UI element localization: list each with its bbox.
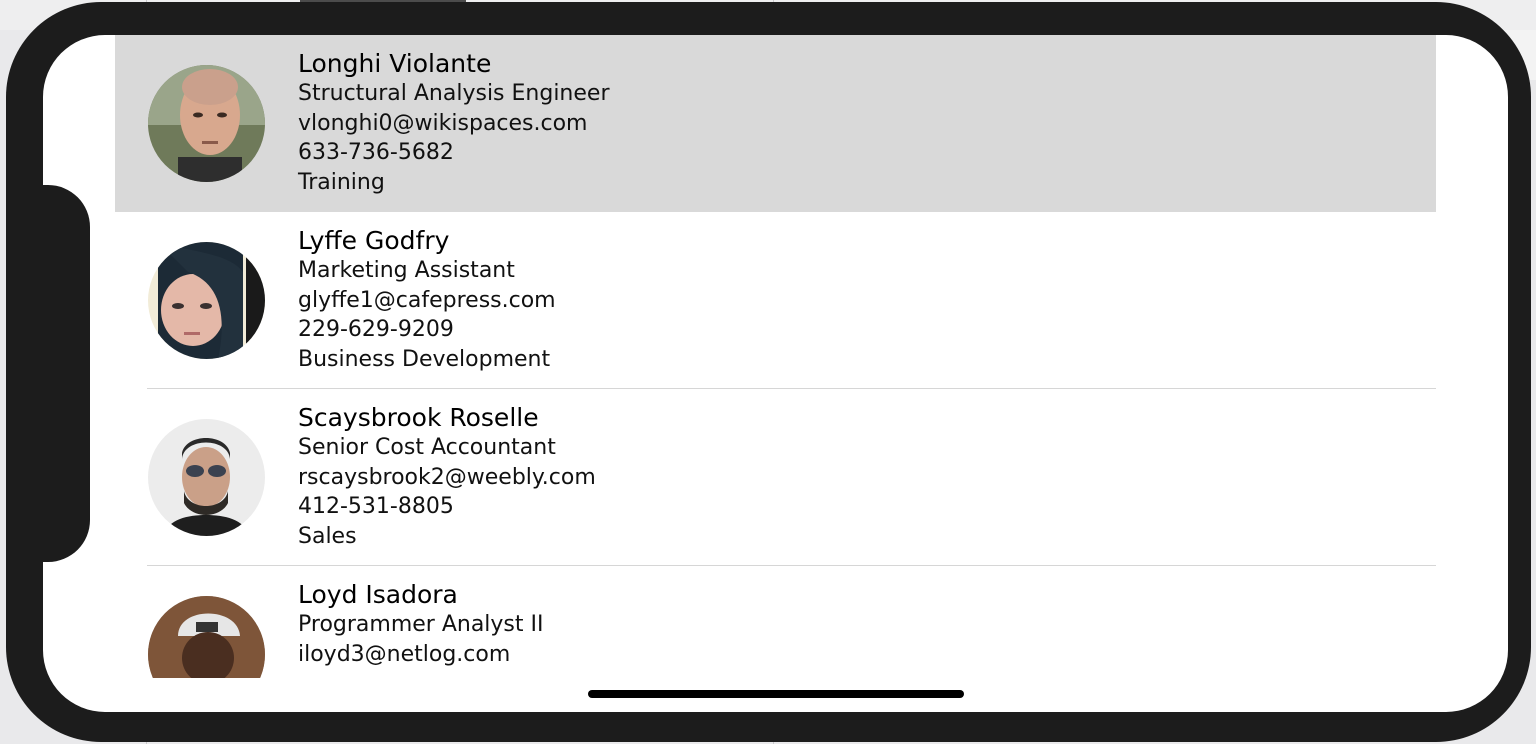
contact-row[interactable]: Scaysbrook Roselle Senior Cost Accountan… — [115, 389, 1436, 566]
contact-phone: 633-736-5682 — [298, 140, 454, 165]
contact-avatar — [148, 65, 265, 182]
contact-email: rscaysbrook2@weebly.com — [298, 464, 596, 490]
avatar-photo — [148, 65, 265, 182]
avatar-photo — [148, 419, 265, 536]
contact-department: Sales — [298, 523, 357, 549]
contact-name: Loyd Isadora — [298, 580, 458, 609]
avatar-photo — [148, 596, 265, 678]
contact-title: Marketing Assistant — [298, 258, 515, 283]
contact-row[interactable]: Loyd Isadora Programmer Analyst II iloyd… — [115, 566, 1436, 678]
contact-phone: 412-531-8805 — [298, 494, 454, 519]
contact-name: Scaysbrook Roselle — [298, 403, 539, 432]
contact-title: Senior Cost Accountant — [298, 435, 556, 460]
contact-list[interactable]: Longhi Violante Structural Analysis Engi… — [115, 35, 1436, 678]
contact-title: Programmer Analyst II — [298, 612, 544, 637]
contact-info: Scaysbrook Roselle Senior Cost Accountan… — [298, 403, 596, 551]
contact-avatar — [148, 419, 265, 536]
contact-email: glyffe1@cafepress.com — [298, 287, 556, 313]
home-indicator[interactable] — [588, 690, 964, 698]
contact-name: Lyffe Godfry — [298, 226, 450, 255]
contact-email: iloyd3@netlog.com — [298, 641, 511, 667]
contact-row[interactable]: Lyffe Godfry Marketing Assistant glyffe1… — [115, 212, 1436, 389]
contact-email: vlonghi0@wikispaces.com — [298, 110, 588, 136]
contact-phone — [298, 669, 544, 678]
contact-phone: 229-629-9209 — [298, 317, 454, 342]
contact-department: Business Development — [298, 346, 551, 372]
contact-department: Training — [298, 169, 385, 195]
device-notch — [36, 185, 90, 562]
contact-name: Longhi Violante — [298, 49, 492, 78]
device-screen: Longhi Violante Structural Analysis Engi… — [43, 35, 1508, 712]
avatar-photo — [148, 242, 265, 359]
contact-title: Structural Analysis Engineer — [298, 81, 610, 106]
contact-info: Loyd Isadora Programmer Analyst II iloyd… — [298, 580, 544, 678]
contact-row[interactable]: Longhi Violante Structural Analysis Engi… — [115, 35, 1436, 212]
contact-info: Longhi Violante Structural Analysis Engi… — [298, 49, 610, 197]
device-frame: Longhi Violante Structural Analysis Engi… — [6, 2, 1531, 742]
contact-info: Lyffe Godfry Marketing Assistant glyffe1… — [298, 226, 556, 374]
contact-avatar — [148, 242, 265, 359]
contact-avatar — [148, 596, 265, 678]
